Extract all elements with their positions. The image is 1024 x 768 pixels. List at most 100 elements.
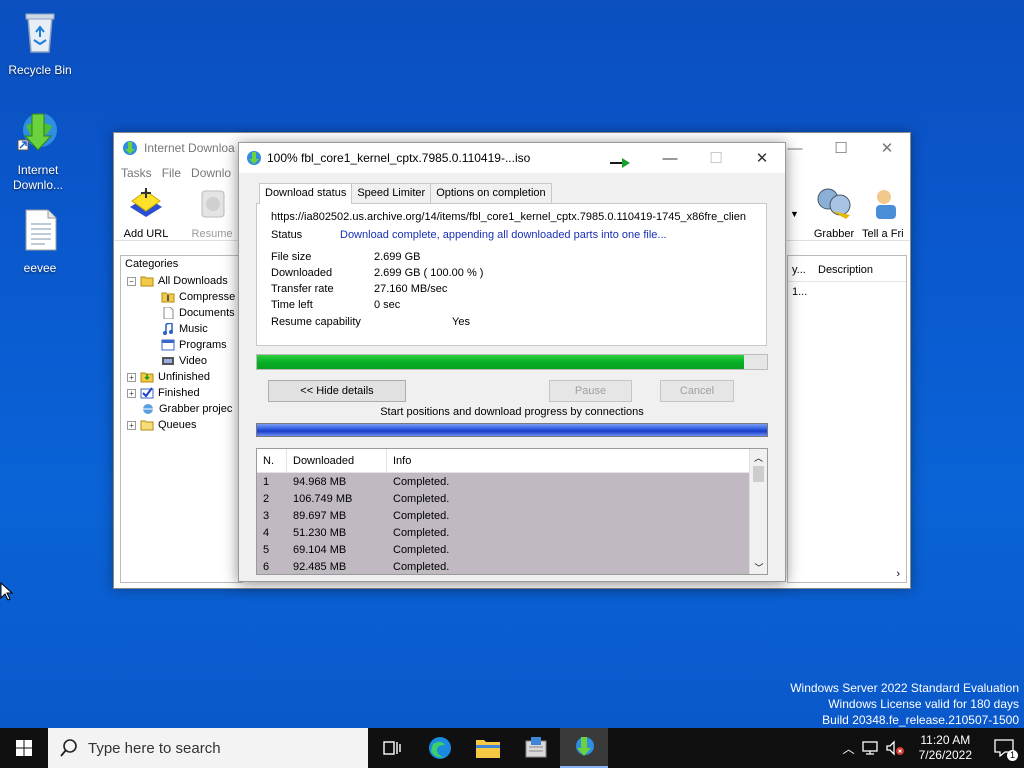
watermark-edition: Windows Server 2022 Standard Evaluation: [790, 681, 1019, 695]
tree-grabber-projects[interactable]: Grabber projec: [141, 401, 232, 417]
tree-programs[interactable]: Programs: [161, 337, 227, 353]
dialog-maximize-button[interactable]: ☐: [693, 143, 739, 173]
grabber-icon: [817, 188, 851, 219]
resume-button[interactable]: Resume: [182, 185, 242, 240]
dialog-close-button[interactable]: ✕: [739, 143, 785, 173]
idm-taskbar-icon: [576, 737, 594, 756]
finished-checkmark-icon: [140, 387, 154, 399]
file-size-value: 2.699 GB: [374, 251, 421, 263]
folder-open-icon: [140, 276, 154, 287]
edge-taskbar-button[interactable]: [416, 728, 464, 768]
cell-n: 2: [263, 492, 270, 505]
minimize-to-tray-arrow-icon[interactable]: [610, 157, 632, 169]
table-row[interactable]: 3 89.697 MB Completed.: [257, 507, 750, 524]
scroll-thumb[interactable]: [753, 466, 764, 482]
idm-app-icon: [247, 151, 261, 165]
column-header-n[interactable]: N.: [257, 449, 287, 472]
hide-details-button[interactable]: << Hide details: [268, 380, 406, 402]
cancel-button[interactable]: Cancel: [660, 380, 734, 402]
table-row[interactable]: 1 94.968 MB Completed.: [257, 473, 750, 490]
tab-options-on-completion[interactable]: Options on completion: [430, 183, 552, 203]
idm-desktop-icon[interactable]: Internet Downlo...: [0, 108, 78, 193]
main-maximize-button[interactable]: ☐: [818, 133, 864, 163]
tree-label: Video: [179, 355, 207, 367]
grabber-button[interactable]: Grabber: [804, 185, 864, 240]
tab-speed-limiter[interactable]: Speed Limiter: [351, 183, 432, 203]
show-hidden-icons-chevron-icon[interactable]: ︿: [837, 740, 861, 757]
tree-all-downloads[interactable]: − All Downloads: [127, 273, 228, 289]
main-close-button[interactable]: ✕: [864, 133, 910, 163]
taskbar-clock[interactable]: 11:20 AM 7/26/2022: [907, 733, 984, 763]
tree-documents[interactable]: Documents: [161, 305, 235, 321]
start-button[interactable]: [0, 728, 48, 768]
tree-label: Compresse: [179, 291, 236, 303]
list-column-partial[interactable]: y...: [788, 256, 814, 281]
categories-header: Categories: [125, 258, 179, 270]
video-icon: [162, 357, 174, 365]
tree-unfinished[interactable]: + Unfinished: [127, 369, 210, 385]
scroll-up-arrow-icon[interactable]: ︿: [750, 451, 767, 464]
cell-info: Completed.: [393, 560, 450, 573]
menu-file[interactable]: File: [157, 166, 186, 180]
expand-icon[interactable]: +: [127, 372, 136, 382]
tree-compressed[interactable]: Compresse: [161, 289, 235, 305]
tree-queues[interactable]: + Queues: [127, 417, 197, 433]
tree-label: Finished: [158, 387, 200, 399]
downloaded-value: 2.699 GB ( 100.00 % ): [374, 267, 484, 279]
downloaded-label: Downloaded: [271, 267, 333, 279]
eevee-desktop-icon[interactable]: eevee: [0, 206, 80, 275]
tree-label: Unfinished: [158, 371, 210, 383]
cell-info: Completed.: [393, 526, 450, 539]
downloads-list: y... Description 1... ›: [787, 255, 907, 583]
table-row[interactable]: 4 51.230 MB Completed.: [257, 524, 750, 541]
pause-button[interactable]: Pause: [549, 380, 632, 402]
add-url-icon: [130, 188, 162, 217]
file-explorer-taskbar-button[interactable]: [464, 728, 512, 768]
add-url-button[interactable]: Add URL: [116, 185, 176, 240]
tab-download-status[interactable]: Download status: [259, 183, 353, 204]
tree-finished[interactable]: + Finished: [127, 385, 200, 401]
list-hscroll-arrow-icon[interactable]: ›: [896, 568, 900, 580]
taskbar-search-box[interactable]: Type here to search: [48, 728, 368, 768]
table-row[interactable]: 5 69.104 MB Completed.: [257, 541, 750, 558]
tell-friend-label: Tell a Fri: [862, 228, 904, 240]
menu-tasks[interactable]: Tasks: [116, 166, 157, 180]
grabber-project-icon: [143, 404, 153, 414]
edge-browser-icon: [429, 737, 451, 759]
toolbar-dropdown-arrow-icon[interactable]: ▼: [790, 209, 799, 219]
tree-video[interactable]: Video: [161, 353, 207, 369]
collapse-icon[interactable]: −: [127, 276, 136, 286]
resume-capability-value: Yes: [452, 316, 470, 328]
dialog-titlebar[interactable]: 100% fbl_core1_kernel_cptx.7985.0.110419…: [239, 143, 785, 173]
notifications-button[interactable]: 1: [984, 728, 1024, 768]
list-column-description[interactable]: Description: [814, 256, 877, 281]
expand-icon[interactable]: +: [127, 388, 136, 398]
main-window-title: Internet Downloa: [144, 141, 235, 155]
search-placeholder: Type here to search: [88, 739, 221, 757]
server-manager-icon: [525, 737, 547, 758]
table-row[interactable]: 2 106.749 MB Completed.: [257, 490, 750, 507]
idm-taskbar-button[interactable]: [560, 728, 608, 768]
table-row[interactable]: 6 92.485 MB Completed.: [257, 558, 750, 574]
cell-n: 6: [263, 560, 270, 573]
server-manager-taskbar-button[interactable]: [512, 728, 560, 768]
dialog-minimize-button[interactable]: —: [647, 143, 693, 173]
column-header-downloaded[interactable]: Downloaded: [287, 449, 387, 472]
tell-friend-button[interactable]: Tell a Fri: [862, 185, 922, 240]
menu-downloads[interactable]: Downlo: [186, 166, 236, 180]
network-icon[interactable]: [861, 740, 879, 756]
expand-icon[interactable]: +: [127, 420, 136, 430]
list-cell-partial[interactable]: 1...: [788, 282, 906, 302]
table-vertical-scrollbar[interactable]: ︿ ﹀: [749, 449, 767, 574]
column-header-info[interactable]: Info: [387, 449, 750, 472]
task-view-button[interactable]: [368, 728, 416, 768]
recycle-bin-desktop-icon[interactable]: Recycle Bin: [0, 8, 80, 77]
add-url-label: Add URL: [123, 228, 169, 240]
connections-caption: Start positions and download progress by…: [380, 406, 644, 418]
tree-music[interactable]: Music: [161, 321, 208, 337]
scroll-down-arrow-icon[interactable]: ﹀: [750, 561, 767, 574]
resume-icon: [201, 190, 225, 218]
volume-muted-icon[interactable]: [885, 740, 905, 756]
cell-n: 4: [263, 526, 270, 539]
cell-info: Completed.: [393, 543, 450, 556]
